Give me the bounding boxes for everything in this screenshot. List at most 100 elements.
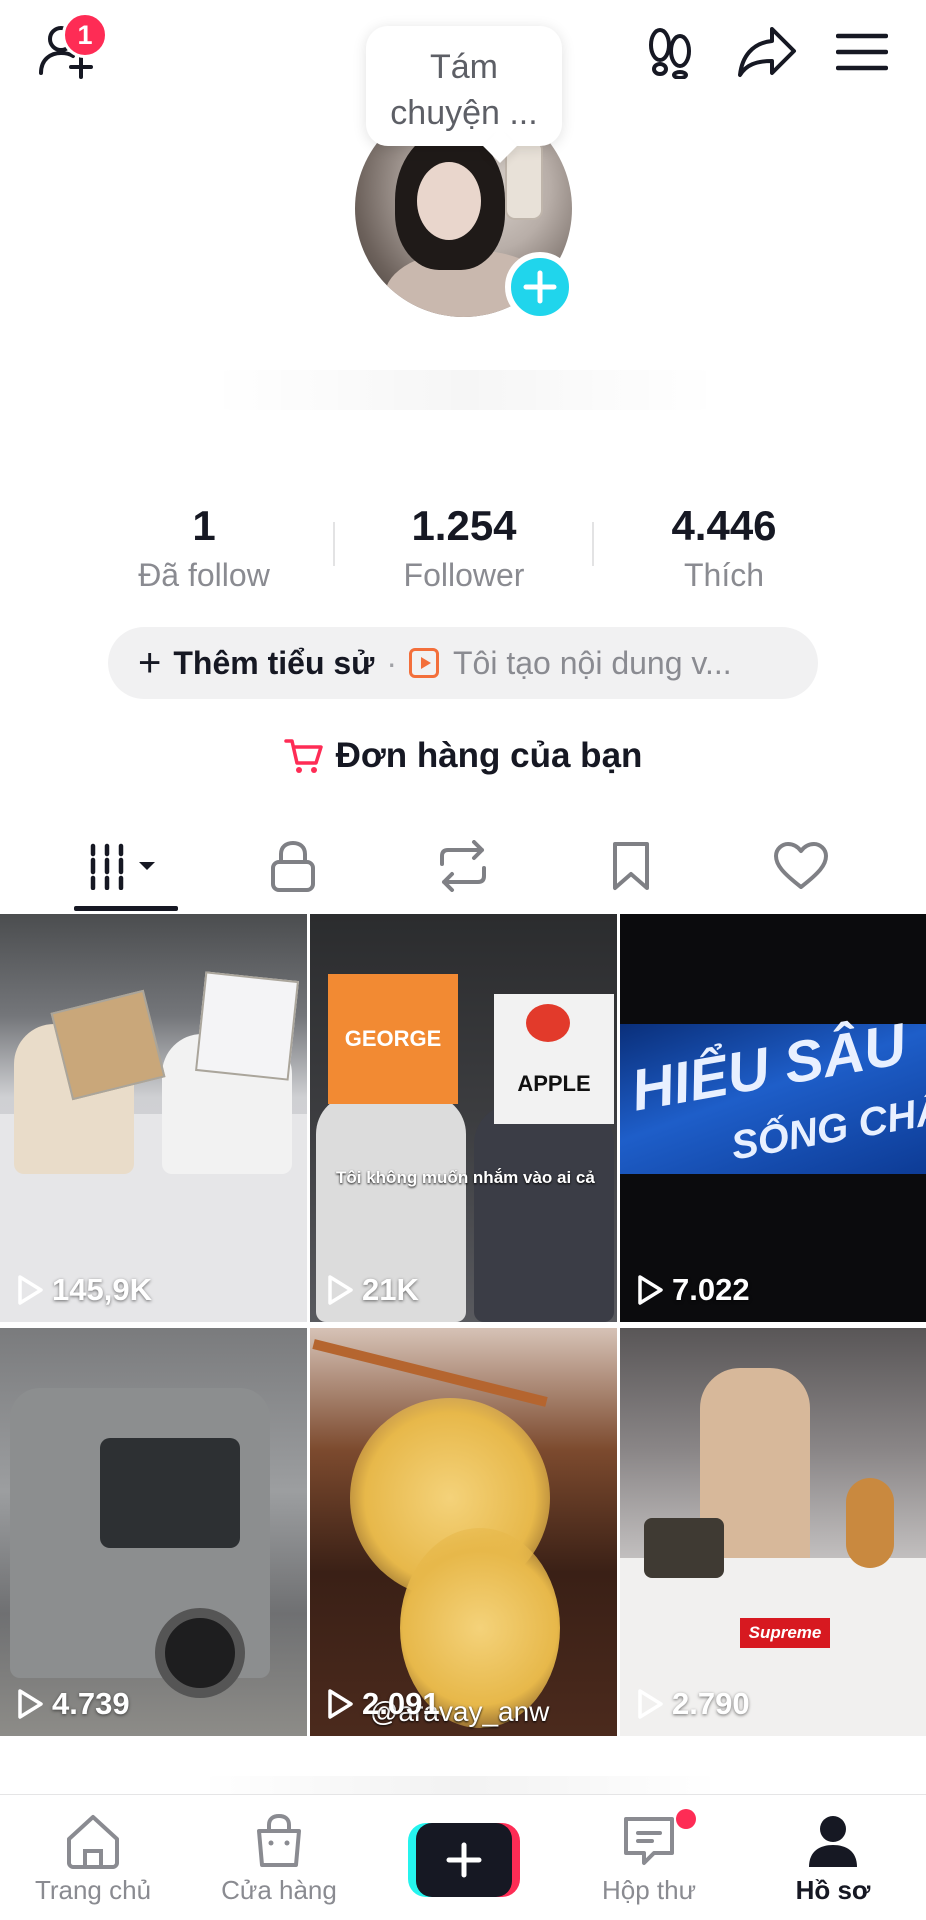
chopstick: [312, 1339, 548, 1407]
profile-person-icon: [809, 1816, 857, 1867]
apple-icon: [526, 1004, 570, 1042]
bio-separator: ·: [386, 644, 397, 681]
play-icon: [638, 1689, 663, 1719]
bookmark-icon: [613, 842, 649, 890]
orders-link[interactable]: Đơn hàng của bạn: [0, 730, 926, 782]
scene-guitar: [846, 1478, 894, 1568]
note-bubble-line1: Tám: [430, 48, 498, 86]
video-tile[interactable]: GEORGE APPLE Tôi không muốn nhắm vào ai …: [310, 914, 617, 1322]
paper-bag: [195, 971, 299, 1081]
view-count: 4.739: [16, 1686, 130, 1722]
heart-icon: [774, 842, 828, 889]
truck-wheel: [155, 1608, 245, 1698]
nav-home[interactable]: Trang chủ: [0, 1795, 186, 1920]
creator-text[interactable]: Tôi tạo nội dung v...: [453, 645, 732, 682]
truck-cab: [10, 1388, 270, 1698]
stat-followers-label: Follower: [403, 557, 525, 593]
video-tile[interactable]: @aravay_anw 2.091: [310, 1328, 617, 1736]
repost-icon: [440, 840, 486, 892]
video-tile[interactable]: Supreme 2.790: [620, 1328, 926, 1736]
view-count-value: 7.022: [672, 1272, 750, 1307]
nav-inbox[interactable]: Hộp thư: [556, 1795, 742, 1920]
lock-icon: [271, 840, 315, 892]
tab-saved[interactable]: [566, 820, 696, 912]
inbox-unread-dot: [676, 1809, 696, 1829]
blurred-username: [210, 370, 720, 410]
play-icon: [18, 1689, 43, 1719]
shopping-cart-icon: [283, 739, 323, 773]
view-count: 2.790: [636, 1686, 750, 1722]
play-icon: [18, 1275, 43, 1305]
scene-bag: [644, 1518, 724, 1578]
footprint-icon: [649, 28, 691, 79]
video-grid-dropdown-icon: [90, 843, 155, 890]
add-story-button[interactable]: [505, 252, 575, 322]
view-count-value: 145,9K: [52, 1272, 152, 1307]
stat-following-label: Đã follow: [138, 557, 270, 593]
play-icon: [328, 1275, 353, 1305]
content-tabs: [0, 820, 926, 912]
bio-pill[interactable]: + Thêm tiểu sử · Tôi tạo nội dung v...: [108, 627, 818, 699]
stat-likes-value: 4.446: [671, 502, 777, 549]
note-bubble[interactable]: Tám chuyện ...: [366, 26, 562, 146]
brand-logo: Supreme: [740, 1618, 830, 1648]
tab-liked[interactable]: [736, 820, 866, 912]
profile-views-button[interactable]: [638, 20, 702, 84]
view-count: 7.022: [636, 1272, 750, 1308]
truck-window: [100, 1438, 240, 1548]
share-icon: [738, 27, 796, 77]
plus-icon: [446, 1842, 482, 1878]
view-count-value: 21K: [362, 1272, 419, 1307]
nav-profile-label: Hồ sơ: [795, 1875, 871, 1905]
profile-stats: 1 Đã follow 1.254 Follower 4.446 Thích: [0, 500, 926, 600]
stat-divider: [592, 522, 594, 566]
video-caption: Tôi không muốn nhắm vào ai cả: [336, 1168, 595, 1187]
inbox-message-icon: [624, 1817, 674, 1865]
stat-likes[interactable]: 4.446 Thích: [624, 500, 824, 596]
view-count: 21K: [326, 1272, 419, 1308]
note-bubble-line2: chuyện ...: [390, 94, 538, 132]
video-tile[interactable]: 145,9K: [0, 914, 307, 1322]
video-tile[interactable]: HIỂU SÂU SỐNG CHẤT 7.022: [620, 914, 926, 1322]
stat-likes-label: Thích: [683, 557, 765, 593]
create-button[interactable]: [408, 1823, 520, 1897]
stat-followers-value: 1.254: [411, 502, 517, 549]
menu-icon: [836, 33, 888, 71]
shopping-bag-icon: [257, 1813, 301, 1867]
creator-play-icon: [409, 648, 439, 678]
avatar-figure-face: [417, 162, 481, 240]
tab-repost[interactable]: [398, 820, 528, 912]
view-count-value: 4.739: [52, 1686, 130, 1721]
tab-private[interactable]: [228, 820, 358, 912]
create-button-face: [416, 1823, 512, 1897]
nav-shop[interactable]: Cửa hàng: [186, 1795, 372, 1920]
stat-followers[interactable]: 1.254 Follower: [364, 500, 564, 596]
view-count-value: 2.790: [672, 1686, 750, 1721]
bag-label-left: GEORGE: [328, 974, 458, 1104]
nav-home-label: Trang chủ: [34, 1875, 152, 1905]
tab-videos[interactable]: [60, 820, 190, 912]
home-icon: [67, 1815, 119, 1869]
view-count: 145,9K: [16, 1272, 152, 1308]
view-count: 2.091: [326, 1686, 440, 1722]
plus-icon: +: [138, 641, 162, 685]
nav-inbox-label: Hộp thư: [601, 1875, 696, 1905]
add-bio-button[interactable]: Thêm tiểu sử: [173, 645, 374, 682]
scene-person: [474, 1104, 614, 1322]
video-tile[interactable]: 4.739: [0, 1328, 307, 1736]
plus-icon: [523, 270, 557, 304]
video-grid: 145,9K GEORGE APPLE Tôi không muốn nhắm …: [0, 914, 926, 1736]
notification-badge: 1: [62, 12, 108, 58]
menu-button[interactable]: [830, 22, 894, 82]
stat-following[interactable]: 1 Đã follow: [104, 500, 304, 596]
stat-following-value: 1: [192, 502, 216, 549]
stat-divider: [333, 522, 335, 566]
orders-label: Đơn hàng của bạn: [335, 736, 643, 775]
nav-shop-label: Cửa hàng: [221, 1875, 337, 1905]
active-tab-indicator: [74, 906, 178, 911]
play-icon: [328, 1689, 353, 1719]
paper-bag: [50, 989, 166, 1101]
share-profile-button[interactable]: [730, 20, 804, 84]
play-icon: [638, 1275, 663, 1305]
nav-profile[interactable]: Hồ sơ: [740, 1795, 926, 1920]
